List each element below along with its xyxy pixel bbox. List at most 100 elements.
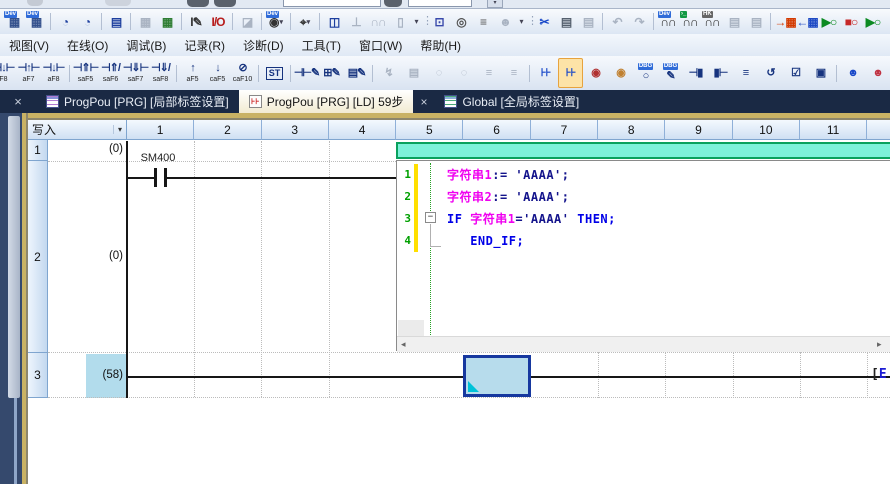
column-header-6: 6 [463,120,530,140]
sym-falling-pulse-open-button[interactable]: ⊣⇓/saF8 [148,58,173,88]
scroll-right-icon[interactable]: ▸ [877,339,882,350]
display-target-dropdown[interactable]: Dev◉▾ [265,11,287,32]
align-lines-button[interactable]: ≡ [733,58,758,88]
row-header-1[interactable]: 1 [28,140,48,161]
sym-pulse-contact-button[interactable]: ⊣↓⊢F8 [0,58,16,88]
menu-window[interactable]: 窗口(W) [350,34,411,57]
dbg-edit-button[interactable]: DBG✎ [658,58,683,88]
monitor-start-button[interactable]: ▶○ [818,11,840,32]
find-instruction-button[interactable]: ›_∩∩ [679,11,701,32]
selected-ladder-cell[interactable] [463,355,531,397]
code-fold-toggle[interactable]: − [425,212,436,223]
column-header-9: 9 [665,120,732,140]
delete-row-button-disabled: ≡ [501,58,526,88]
sym-rising-pulse-close-button[interactable]: ⊣⇑⊢saF5 [73,58,98,88]
chevron-down-icon[interactable]: ▾ [113,125,122,134]
edit-contact-button[interactable]: ⊣⊢✎ [294,58,319,88]
mode-selector[interactable]: 写入 ▾ [28,120,127,140]
watch-register-button[interactable]: ◔ [76,11,98,32]
edit-comment-button[interactable]: I✎ [185,11,207,32]
write-to-plc-button[interactable]: →▦ [774,11,796,32]
user-blue-button[interactable]: ☻ [840,58,865,88]
scroll-left-icon[interactable]: ◂ [401,339,406,350]
wire-tree-active-button[interactable]: ⊦⊦ [558,58,583,88]
chevron-down-icon[interactable]: ▾ [279,18,283,26]
sheet-edit-button[interactable]: ▦ [156,11,178,32]
edit-coil-button[interactable]: ⊞✎ [319,58,344,88]
sym-falling-pulse-close-button[interactable]: ⊣⇓⊢saF7 [123,58,148,88]
search-amber-button-glyph: ◉ [616,67,625,80]
edit-block-button[interactable]: ▤✎ [344,58,369,88]
statement-list-button[interactable]: ☑ [783,58,808,88]
cut-button[interactable]: ✂ [533,11,555,32]
partial-combobox[interactable] [283,0,381,7]
draw-vertical-line-button[interactable]: ↑aF5 [180,58,205,88]
dock-splitter[interactable] [8,116,20,398]
inline-st-editor-popup[interactable]: 1字符串1:= 'AAAA';2字符串2:= 'AAAA';3IF 字符串1='… [396,160,890,351]
tab-close-icon[interactable]: × [413,90,434,113]
menu-help[interactable]: 帮助(H) [411,34,470,57]
step-out-button[interactable]: ▮⊢ [708,58,733,88]
dbg-search-button[interactable]: DBG○ [633,58,658,88]
device-monitor-2-button-tag: Dev [26,11,39,18]
find-string-button[interactable]: HK∩∩ [701,11,723,32]
toolbar-overflow-button[interactable]: ▾ [411,17,422,26]
partial-combobox[interactable] [408,0,472,7]
row-header-3[interactable]: 3 [28,353,48,398]
tab-progpou-local-labels[interactable]: ProgPou [PRG] [局部标签设置] [36,90,239,113]
search-red-button[interactable]: ◉ [583,58,608,88]
inline-st-box-button[interactable]: ST [262,58,287,88]
window-search-button[interactable]: ◫ [323,11,345,32]
open-contact-symbol[interactable] [164,168,167,187]
device-usage-list-button[interactable]: ≡ [472,11,494,32]
delete-rung-button[interactable]: ⊘caF10 [230,58,255,88]
sym-rising-pulse-button[interactable]: ⊣↑⊢aF7 [16,58,41,88]
search-amber-button[interactable]: ◉ [608,58,633,88]
window-display-button[interactable]: ⊡ [428,11,450,32]
program-list-button[interactable]: ▤ [105,11,127,32]
delete-vertical-line-button[interactable]: ↓caF5 [205,58,230,88]
tabbar-close-button[interactable]: × [0,90,36,113]
menu-debug[interactable]: 调试(B) [117,34,175,57]
partial-dropdown-button[interactable]: ▾ [487,0,503,8]
sym-falling-pulse-button[interactable]: ⊣↓⊢aF8 [41,58,66,88]
watch-window-button[interactable]: ◔ [54,11,76,32]
sym-rising-pulse-open-button[interactable]: ⊣⇑/saF6 [98,58,123,88]
grid-line [665,352,666,398]
io-check-button-glyph: I/O [211,15,224,29]
grid-line [48,161,396,162]
monitor-stop-button[interactable]: ■○ [840,11,862,32]
read-from-plc-button[interactable]: ←▦ [796,11,818,32]
monitor-write-button[interactable]: ▶○ [862,11,884,32]
cross-reference-button[interactable]: ◎ [450,11,472,32]
tab-progpou-ladder[interactable]: ⊦⊦ProgPou [PRG] [LD] 59步 [239,90,414,113]
st-token: 字符串2 [447,190,492,204]
find-device-button[interactable]: Dev∩∩ [657,11,679,32]
menu-view[interactable]: 视图(V) [0,34,58,57]
tab-global-labels[interactable]: Global [全局标签设置] [434,90,589,113]
find-instruction-button-tag: ›_ [680,11,687,18]
user-red-button[interactable]: ☻ [865,58,890,88]
device-monitor-2-button[interactable]: Dev▦ [25,11,47,32]
step-in-button[interactable]: ⊣▮ [683,58,708,88]
comment-box-button[interactable]: ▣ [808,58,833,88]
device-jump-dropdown[interactable]: ⌖▾ [294,11,316,32]
row-header-2[interactable]: 2 [28,161,48,353]
menu-online[interactable]: 在线(O) [58,34,117,57]
sym-falling-pulse-open-button-glyph: ⊣⇓/ [151,62,170,75]
wrap-lines-button[interactable]: ↺ [758,58,783,88]
open-contact-symbol[interactable] [154,168,157,187]
st-horizontal-scrollbar[interactable]: ◂ ▸ [397,336,890,352]
menu-tools[interactable]: 工具(T) [293,34,350,57]
device-batch-monitor-button[interactable]: Dev▦ [3,11,25,32]
menu-record[interactable]: 记录(R) [175,34,234,57]
wire-tree-button[interactable]: ⊦⊦ [533,58,558,88]
io-check-button[interactable]: I/O [207,11,229,32]
end-instruction[interactable]: [E [871,367,887,382]
inline-st-element-selected[interactable] [396,142,890,159]
chevron-down-icon[interactable]: ▾ [307,18,311,26]
write-to-plc-button-glyph: →▦ [774,15,795,29]
toolbar-overflow-button[interactable]: ▾ [516,17,527,26]
menu-diagnostics[interactable]: 诊断(D) [234,34,293,57]
copy-button[interactable]: ▤ [555,11,577,32]
